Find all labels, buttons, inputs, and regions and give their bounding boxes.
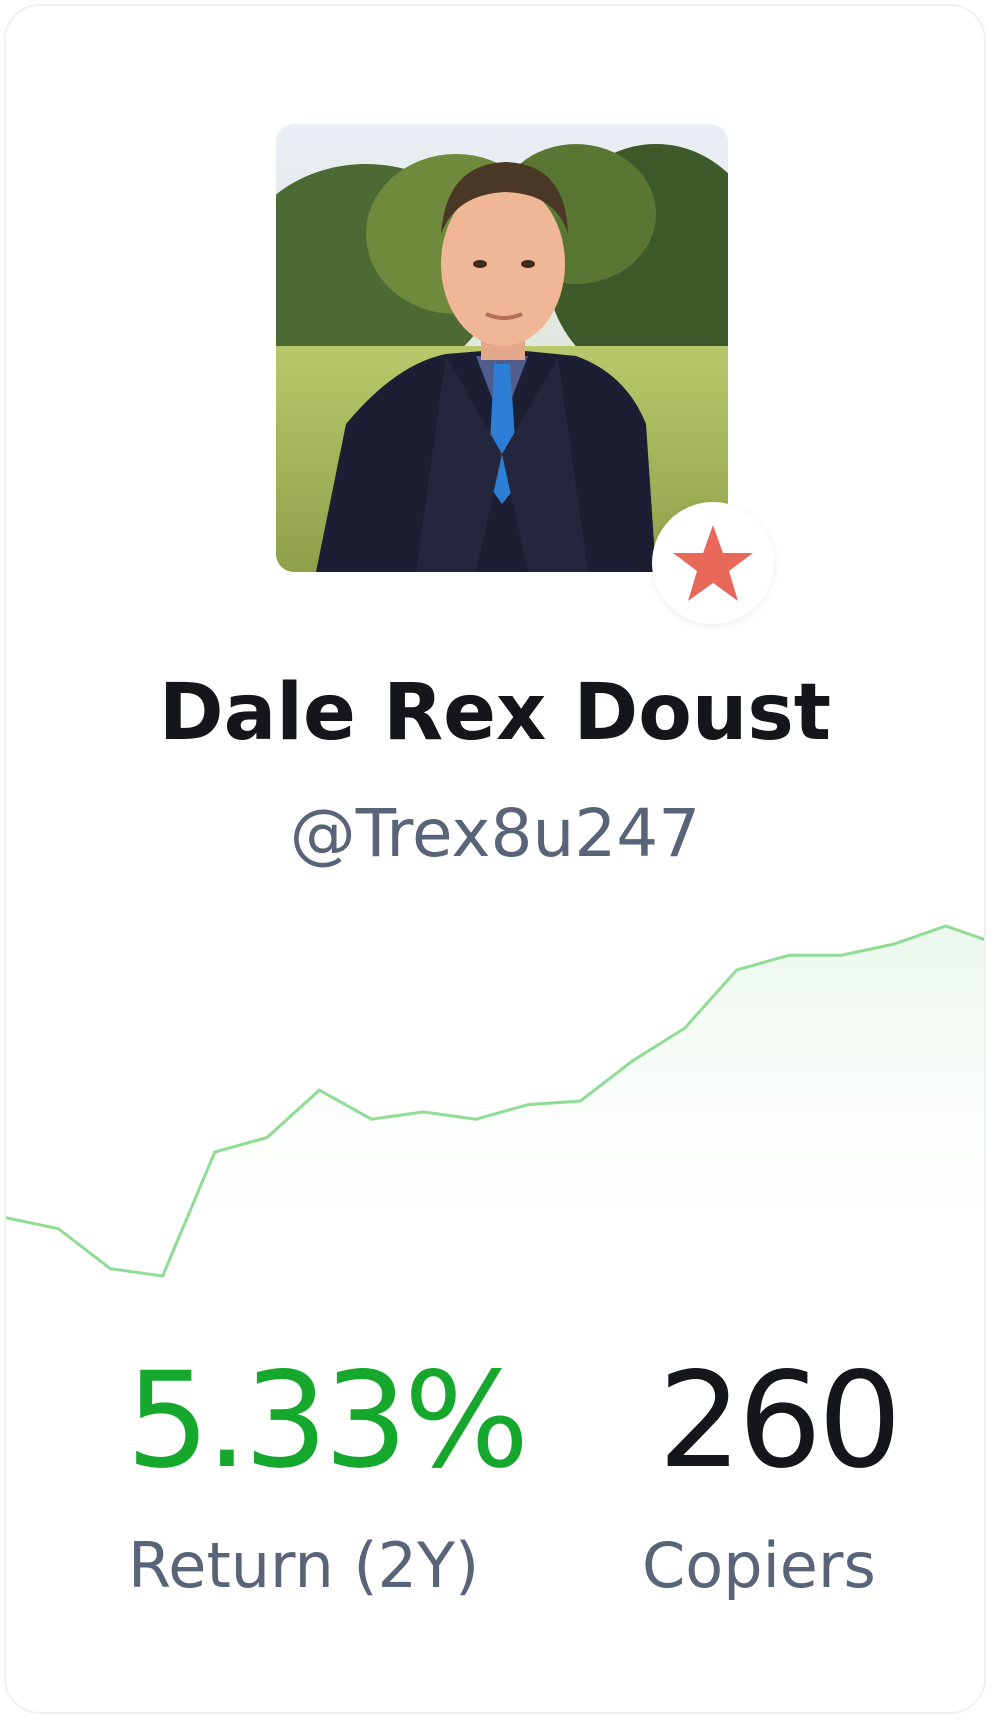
copiers-label: Copiers [642, 1529, 876, 1602]
performance-chart [6, 924, 984, 1286]
avatar-photo [276, 124, 728, 572]
chart-area [6, 926, 984, 1286]
avatar[interactable] [276, 124, 728, 572]
return-value: 5.33% [126, 1344, 529, 1498]
star-icon [673, 525, 753, 601]
trader-card[interactable]: Dale Rex Doust @Trex8u247 5.33% 260 Retu… [4, 4, 986, 1714]
return-label: Return (2Y) [128, 1529, 480, 1602]
trader-name[interactable]: Dale Rex Doust [6, 666, 984, 760]
copiers-value: 260 [658, 1344, 902, 1498]
trader-username: @Trex8u247 [289, 795, 701, 872]
star-badge [652, 502, 774, 624]
